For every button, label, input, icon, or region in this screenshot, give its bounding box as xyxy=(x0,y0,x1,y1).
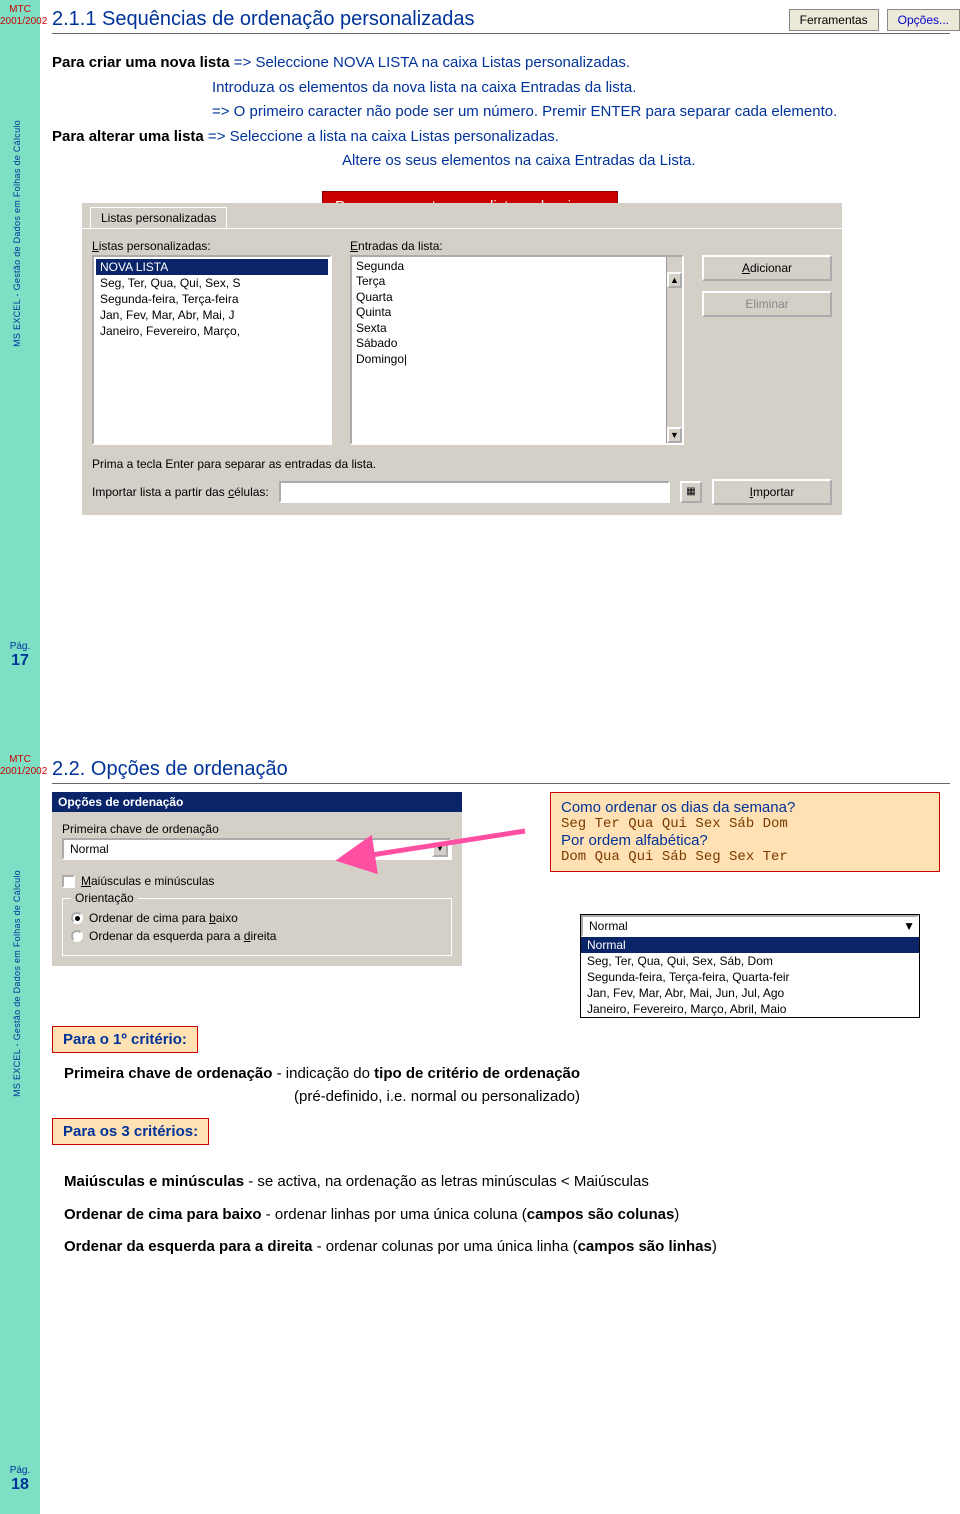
orientacao-group: Orientação Ordenar de cima para baixo Or… xyxy=(62,898,452,956)
text-bold: campos são linhas xyxy=(578,1238,712,1255)
page-number: Pág. 18 xyxy=(0,1465,40,1494)
page-number: Pág. 17 xyxy=(0,641,40,670)
page-label: Pág. xyxy=(0,1465,40,1476)
range-picker-icon[interactable]: ▦ xyxy=(680,481,702,503)
dropdown-option[interactable]: Segunda-feira, Terça-feira, Quarta-feir xyxy=(581,969,919,985)
mtc: MTC xyxy=(0,4,40,16)
sidebar: MTC 2001/2002 MS EXCEL - Gestão de Dados… xyxy=(0,750,40,1514)
para-criar-bold: Para criar uma nova lista xyxy=(52,54,230,71)
body-primeira-chave: Primeira chave de ordenação - indicação … xyxy=(64,1063,936,1108)
import-input[interactable] xyxy=(279,481,670,503)
arrow-icon xyxy=(360,826,530,869)
list-item[interactable]: NOVA LISTA xyxy=(96,259,328,275)
opcoes-menu[interactable]: Opções... xyxy=(887,9,960,31)
para-alterar: Para alterar uma lista => Seleccione a l… xyxy=(52,126,948,149)
btn-add-text: dicionar xyxy=(750,261,792,275)
opcoes-ordenacao-dialog: Opções de ordenação Primeira chave de or… xyxy=(52,792,462,966)
page-num: 17 xyxy=(0,652,40,670)
combo-value: Normal xyxy=(70,842,109,856)
ordenar-esquerda-label: Ordenar da esquerda para a direita xyxy=(89,929,276,943)
ob-l2: Seg Ter Qua Qui Sex Sáb Dom xyxy=(561,816,929,832)
ordenar-cima-radio[interactable] xyxy=(71,912,83,924)
para-introduza: Introduza os elementos da nova lista na … xyxy=(52,77,948,100)
scrollbar[interactable]: ▲ ▼ xyxy=(666,257,682,443)
dropdown-option[interactable]: Normal xyxy=(581,937,919,953)
text-bold: Ordenar da esquerda para a direita xyxy=(64,1238,312,1255)
mtc-year: 2001/2002 xyxy=(0,766,40,778)
para-alterar-rest: => Seleccione a lista na caixa Listas pe… xyxy=(204,128,559,145)
combo-value: Normal xyxy=(589,919,628,933)
ob-l4: Dom Qua Qui Sáb Seg Sex Ter xyxy=(561,849,929,865)
mtc-label: MTC 2001/2002 xyxy=(0,750,40,778)
ob-l1: Como ordenar os dias da semana? xyxy=(561,799,929,816)
mtc: MTC xyxy=(0,754,40,766)
mtc-label: MTC 2001/2002 xyxy=(0,0,40,28)
side-vertical-text: MS EXCEL - Gestão de Dados em Folhas de … xyxy=(12,120,22,347)
text-bold: Maiúsculas e minúsculas xyxy=(64,1173,244,1190)
list-item[interactable]: Segunda-feira, Terça-feira xyxy=(96,291,328,307)
dropdown-option[interactable]: Janeiro, Fevereiro, Março, Abril, Maio xyxy=(581,1001,919,1017)
listas-dialog: Listas personalizadas Listas personaliza… xyxy=(82,203,842,515)
ordenar-esquerda-radio[interactable] xyxy=(71,930,83,942)
maiusculas-label: Maiúsculas e minúsculas xyxy=(81,874,214,888)
body-esq-dir: Ordenar da esquerda para a direita - ord… xyxy=(64,1236,936,1259)
list-item[interactable]: Seg, Ter, Qua, Qui, Sex, S xyxy=(96,275,328,291)
listas-listbox[interactable]: NOVA LISTA Seg, Ter, Qua, Qui, Sex, S Se… xyxy=(92,255,332,445)
adicionar-button[interactable]: Adicionar xyxy=(702,255,832,281)
text-sub: (pré-definido, i.e. normal ou personaliz… xyxy=(64,1086,580,1109)
label-entradas-text: ntradas da lista: xyxy=(358,239,443,253)
text-bold: campos são colunas xyxy=(527,1206,675,1223)
text-bold: Primeira chave de ordenação xyxy=(64,1065,272,1082)
para-alterar-bold: Para alterar uma lista xyxy=(52,128,204,145)
chave-dropdown-expanded[interactable]: Normal ▼ Normal Seg, Ter, Qua, Qui, Sex,… xyxy=(580,914,920,1018)
body-cima-baixo: Ordenar de cima para baixo - ordenar lin… xyxy=(64,1204,936,1227)
para-primeiro: => O primeiro caracter não pode ser um n… xyxy=(52,101,948,124)
dialog-titlebar: Opções de ordenação xyxy=(52,792,462,812)
dialog-tab[interactable]: Listas personalizadas xyxy=(90,207,227,228)
importar-button[interactable]: Importar xyxy=(712,479,832,505)
page-label: Pág. xyxy=(0,641,40,652)
side-vertical-text: MS EXCEL - Gestão de Dados em Folhas de … xyxy=(12,870,22,1097)
text: ) xyxy=(712,1238,717,1255)
page-num: 18 xyxy=(0,1476,40,1494)
text: - ordenar linhas por uma única coluna ( xyxy=(262,1206,527,1223)
text: - ordenar colunas por uma única linha ( xyxy=(312,1238,577,1255)
section-title: 2.1.1 Sequências de ordenação personaliz… xyxy=(52,8,781,31)
import-label: Importar lista a partir das células: xyxy=(92,485,269,499)
text: - indicação do xyxy=(272,1065,374,1082)
maiusculas-checkbox[interactable] xyxy=(62,875,75,888)
para-criar-rest: => Seleccione NOVA LISTA na caixa Listas… xyxy=(230,54,631,71)
scroll-down-icon[interactable]: ▼ xyxy=(667,427,682,443)
btn-import-text: mportar xyxy=(753,485,794,499)
para-altere: Altere os seus elementos na caixa Entrad… xyxy=(52,150,948,173)
list-item[interactable]: Jan, Fev, Mar, Abr, Mai, J xyxy=(96,307,328,323)
callout-1-criterio: Para o 1º critério: xyxy=(52,1026,198,1053)
eliminar-button: Eliminar xyxy=(702,291,832,317)
text: ) xyxy=(674,1206,679,1223)
label-listas-text: istas personalizadas: xyxy=(99,239,211,253)
body-maiusculas: Maiúsculas e minúsculas - se activa, na … xyxy=(64,1171,936,1194)
sidebar: MTC 2001/2002 MS EXCEL - Gestão de Dados… xyxy=(0,0,40,750)
ordenar-cima-label: Ordenar de cima para baixo xyxy=(89,911,238,925)
text: - se activa, na ordenação as letras minú… xyxy=(244,1173,649,1190)
text-bold: Ordenar de cima para baixo xyxy=(64,1206,262,1223)
para-criar: Para criar uma nova lista => Seleccione … xyxy=(52,52,948,75)
mtc-year: 2001/2002 xyxy=(0,16,40,28)
scroll-up-icon[interactable]: ▲ xyxy=(667,272,682,288)
orientacao-legend: Orientação xyxy=(71,891,138,905)
ferramentas-menu[interactable]: Ferramentas xyxy=(789,9,879,31)
dropdown-option[interactable]: Jan, Fev, Mar, Abr, Mai, Jun, Jul, Ago xyxy=(581,985,919,1001)
callout-3-criterios: Para os 3 critérios: xyxy=(52,1118,209,1145)
label-listas: Listas personalizadas: xyxy=(92,239,332,253)
como-ordenar-box: Como ordenar os dias da semana? Seg Ter … xyxy=(550,792,940,872)
label-entradas: Entradas da lista: xyxy=(350,239,684,253)
chevron-down-icon[interactable]: ▼ xyxy=(903,919,915,933)
ob-l3: Por ordem alfabética? xyxy=(561,832,929,849)
dropdown-option[interactable]: Seg, Ter, Qua, Qui, Sex, Sáb, Dom xyxy=(581,953,919,969)
list-item[interactable]: Janeiro, Fevereiro, Março, xyxy=(96,323,328,339)
entradas-textarea[interactable]: Segunda Terça Quarta Quinta Sexta Sábado… xyxy=(350,255,684,445)
hint-text: Prima a tecla Enter para separar as entr… xyxy=(92,457,832,471)
section-title: 2.2. Opções de ordenação xyxy=(52,758,960,781)
text-bold: tipo de critério de ordenação xyxy=(374,1065,580,1082)
